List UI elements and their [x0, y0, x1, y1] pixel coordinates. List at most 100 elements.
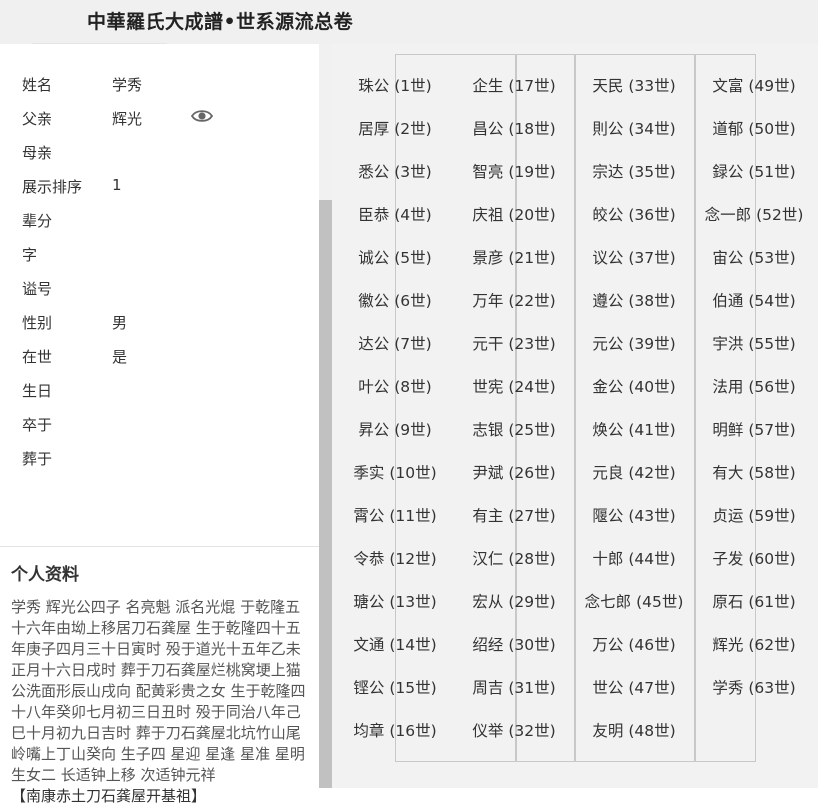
page-header: 中華羅氏大成譜•世系源流总卷 [0, 0, 818, 44]
generation-name: 叶公 [358, 378, 390, 396]
generation-item[interactable]: 学秀 (63世) [698, 678, 810, 698]
generation-name: 仪举 [472, 722, 504, 740]
generation-name: 録公 [712, 163, 744, 181]
generation-item[interactable]: 汉仁 (28世) [458, 549, 570, 569]
generation-name: 子发 [712, 550, 744, 568]
generation-name: 皎公 [592, 206, 624, 224]
generation-item[interactable]: 宙公 (53世) [698, 248, 810, 268]
generation-item[interactable]: 念一郎 (52世) [698, 205, 810, 225]
generation-name: 瑭公 [353, 593, 385, 611]
generation-item[interactable]: 徽公 (6世) [339, 291, 451, 311]
generation-number: (54世) [748, 292, 796, 310]
field-label: 卒于 [22, 416, 53, 434]
generation-item[interactable]: 庆祖 (20世) [458, 205, 570, 225]
generation-item[interactable]: 焕公 (41世) [578, 420, 690, 440]
generation-item[interactable]: 志银 (25世) [458, 420, 570, 440]
generation-item[interactable]: 宗达 (35世) [578, 162, 690, 182]
generation-item[interactable]: 金公 (40世) [578, 377, 690, 397]
generation-number: (1世) [394, 77, 432, 95]
generation-item[interactable]: 贞运 (59世) [698, 506, 810, 526]
generation-item[interactable]: 十郎 (44世) [578, 549, 690, 569]
generation-item[interactable]: 居厚 (2世) [339, 119, 451, 139]
generation-item[interactable]: 昌公 (18世) [458, 119, 570, 139]
generation-item[interactable]: 文富 (49世) [698, 76, 810, 96]
generation-item[interactable]: 尹斌 (26世) [458, 463, 570, 483]
generation-column-frame [574, 54, 696, 762]
generation-number: (11世) [389, 507, 437, 525]
generation-name: 尹斌 [472, 464, 504, 482]
page-title: 中華羅氏大成譜•世系源流总卷 [87, 11, 354, 33]
generation-item[interactable]: 达公 (7世) [339, 334, 451, 354]
generation-item[interactable]: 隁公 (43世) [578, 506, 690, 526]
generation-number: (57世) [748, 421, 796, 439]
eye-icon[interactable] [191, 108, 213, 124]
generation-item[interactable]: 叶公 (8世) [339, 377, 451, 397]
generation-item[interactable]: 明鲜 (57世) [698, 420, 810, 440]
generation-item[interactable]: 铿公 (15世) [339, 678, 451, 698]
generation-item[interactable]: 辉光 (62世) [698, 635, 810, 655]
generation-item[interactable]: 友明 (48世) [578, 721, 690, 741]
field-label: 母亲 [22, 144, 53, 162]
bio-title: 个人资料 [11, 565, 79, 585]
generation-item[interactable]: 道郁 (50世) [698, 119, 810, 139]
generation-item[interactable]: 景彦 (21世) [458, 248, 570, 268]
generation-item[interactable]: 企生 (17世) [458, 76, 570, 96]
generation-item[interactable]: 法用 (56世) [698, 377, 810, 397]
generation-item[interactable]: 世公 (47世) [578, 678, 690, 698]
generation-item[interactable]: 季实 (10世) [339, 463, 451, 483]
generation-item[interactable]: 宇洪 (55世) [698, 334, 810, 354]
generation-item[interactable]: 均章 (16世) [339, 721, 451, 741]
generation-item[interactable]: 原石 (61世) [698, 592, 810, 612]
generation-item[interactable]: 世宪 (24世) [458, 377, 570, 397]
generation-item[interactable]: 天民 (33世) [578, 76, 690, 96]
generation-item[interactable]: 珠公 (1世) [339, 76, 451, 96]
generation-item[interactable]: 悉公 (3世) [339, 162, 451, 182]
scrollbar[interactable] [319, 44, 332, 788]
generation-item[interactable]: 昇公 (9世) [339, 420, 451, 440]
generation-item[interactable]: 伯通 (54世) [698, 291, 810, 311]
field-label: 在世 [22, 348, 53, 366]
generation-item[interactable]: 則公 (34世) [578, 119, 690, 139]
generation-item[interactable]: 绍经 (30世) [458, 635, 570, 655]
generation-item[interactable]: 霄公 (11世) [339, 506, 451, 526]
generation-name: 居厚 [358, 120, 390, 138]
generation-name: 宏从 [472, 593, 504, 611]
generation-item[interactable]: 仪举 (32世) [458, 721, 570, 741]
generation-name: 昇公 [358, 421, 390, 439]
generation-number: (21世) [508, 249, 556, 267]
generation-item[interactable]: 令恭 (12世) [339, 549, 451, 569]
generation-number: (45世) [636, 593, 684, 611]
generation-item[interactable]: 有主 (27世) [458, 506, 570, 526]
generation-name: 诚公 [358, 249, 390, 267]
generation-item[interactable]: 子发 (60世) [698, 549, 810, 569]
field-value: 男 [112, 314, 128, 332]
generation-item[interactable]: 元公 (39世) [578, 334, 690, 354]
field-label: 父亲 [22, 110, 53, 128]
generation-item[interactable]: 元干 (23世) [458, 334, 570, 354]
generation-item[interactable]: 元良 (42世) [578, 463, 690, 483]
generation-item[interactable]: 万年 (22世) [458, 291, 570, 311]
generation-item[interactable]: 周吉 (31世) [458, 678, 570, 698]
generation-item[interactable]: 智亮 (19世) [458, 162, 570, 182]
generation-item[interactable]: 诚公 (5世) [339, 248, 451, 268]
generation-item[interactable]: 皎公 (36世) [578, 205, 690, 225]
generation-number: (18世) [508, 120, 556, 138]
generation-item[interactable]: 文通 (14世) [339, 635, 451, 655]
scrollbar-thumb[interactable] [319, 200, 332, 788]
generation-number: (22世) [508, 292, 556, 310]
generation-item[interactable]: 録公 (51世) [698, 162, 810, 182]
generation-item[interactable]: 遵公 (38世) [578, 291, 690, 311]
generation-name: 文富 [712, 77, 744, 95]
generation-name: 天民 [592, 77, 624, 95]
generation-item[interactable]: 臣恭 (4世) [339, 205, 451, 225]
generation-item[interactable]: 有大 (58世) [698, 463, 810, 483]
generation-item[interactable]: 万公 (46世) [578, 635, 690, 655]
generation-item[interactable]: 念七郎 (45世) [578, 592, 690, 612]
generation-panel: 珠公 (1世) 居厚 (2世) 悉公 (3世) 臣恭 (4世) 诚公 (5世) 徽公 (6… [332, 44, 818, 788]
generation-column-frame [694, 54, 756, 762]
generation-item[interactable]: 议公 (37世) [578, 248, 690, 268]
field-label: 生日 [22, 382, 53, 400]
generation-item[interactable]: 瑭公 (13世) [339, 592, 451, 612]
generation-number: (44世) [628, 550, 676, 568]
generation-item[interactable]: 宏从 (29世) [458, 592, 570, 612]
